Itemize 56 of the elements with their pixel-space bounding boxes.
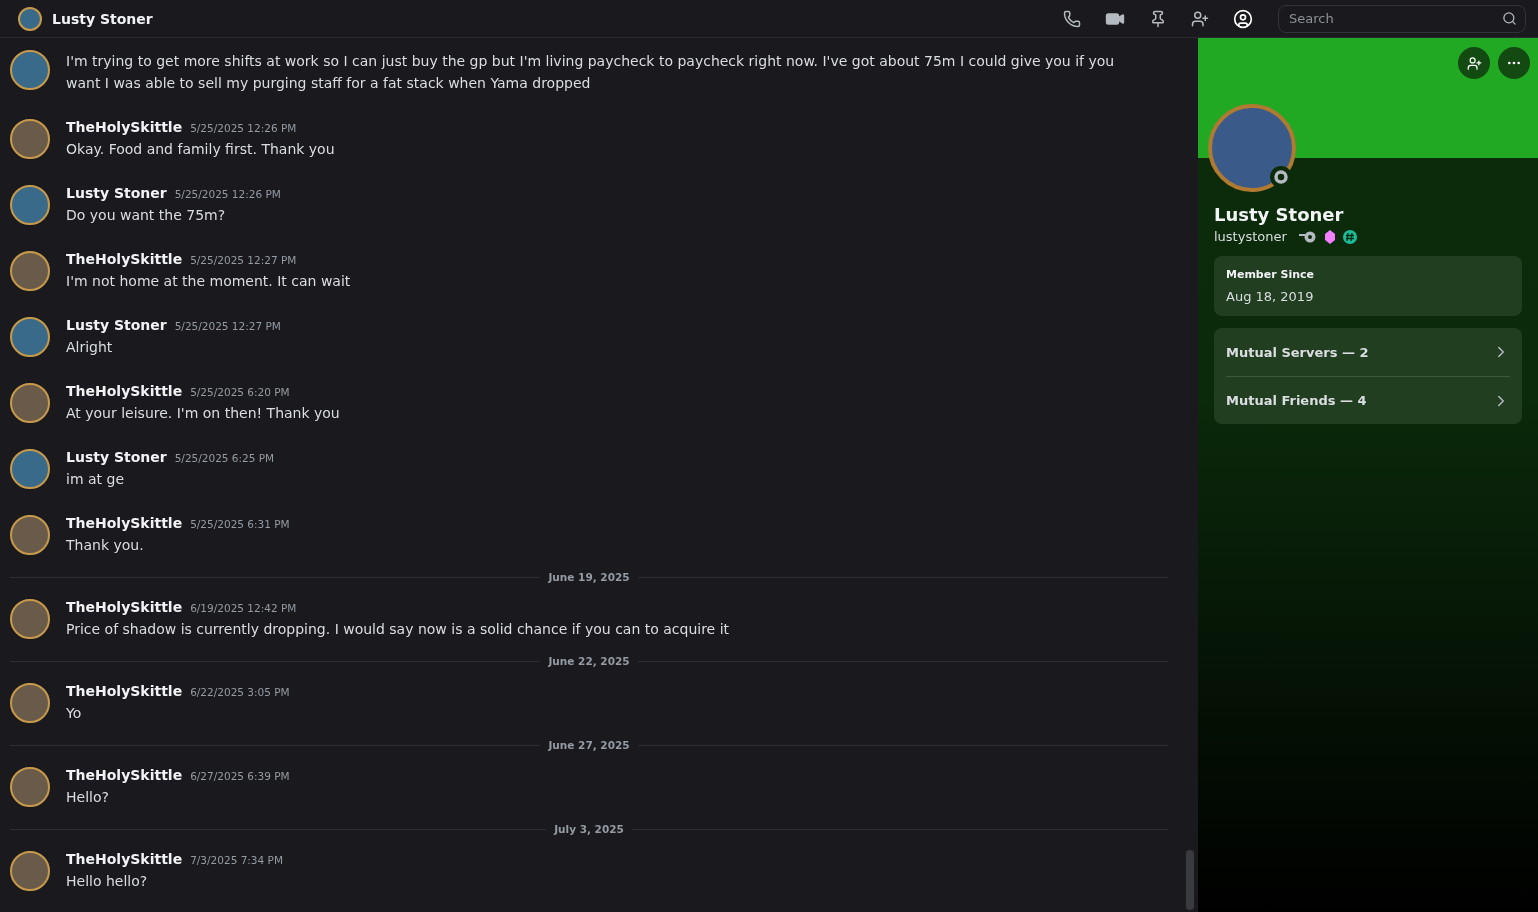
avatar — [18, 6, 42, 31]
timestamp: 5/25/2025 6:31 PM — [190, 518, 290, 530]
timestamp: 5/25/2025 12:26 PM — [190, 122, 297, 134]
message-text: Hello? — [66, 788, 110, 807]
message-text: I'm not home at the moment. It can wait — [66, 272, 351, 291]
timestamp: 5/25/2025 6:20 PM — [190, 386, 290, 398]
scrollbar-thumb[interactable] — [1186, 850, 1194, 910]
date-divider: July 3, 2025 — [554, 823, 624, 835]
add-friend-button[interactable] — [1458, 47, 1490, 79]
author-name[interactable]: TheHolySkittle — [66, 515, 183, 531]
badge-icon — [1298, 230, 1317, 243]
date-divider: June 19, 2025 — [548, 571, 630, 583]
timestamp: 6/19/2025 12:42 PM — [190, 602, 297, 614]
search-input[interactable]: Search — [1287, 10, 1502, 27]
member-since-date: Aug 18, 2019 — [1226, 289, 1315, 304]
timestamp: 5/25/2025 12:27 PM — [174, 320, 281, 332]
author-name[interactable]: TheHolySkittle — [66, 767, 183, 783]
channel-title: Lusty Stoner — [52, 10, 154, 27]
message-text: Okay. Food and family first. Thank you — [66, 140, 335, 159]
author-name[interactable]: Lusty Stoner — [66, 317, 167, 333]
author-name[interactable]: Lusty Stoner — [66, 185, 167, 201]
hashtag-badge-icon — [1342, 229, 1357, 244]
message-text: im at ge — [66, 470, 125, 489]
message-text: Hello hello? — [66, 872, 149, 891]
timestamp: 5/25/2025 12:27 PM — [190, 254, 297, 266]
search-icon — [1502, 11, 1517, 26]
member-since-label: Member Since — [1226, 268, 1315, 281]
message-text: Do you want the 75m? — [66, 206, 227, 225]
username: lustystoner — [1214, 229, 1287, 244]
more-button[interactable] — [1498, 47, 1530, 79]
add-friend-icon — [1466, 55, 1482, 71]
mutuals-link[interactable]: Mutual Servers — 2 — [1226, 328, 1510, 376]
timestamp: 6/27/2025 6:39 PM — [190, 770, 290, 782]
author-name[interactable]: TheHolySkittle — [66, 683, 183, 699]
message-text: I'm trying to get more shifts at work so I can just buy the gp but I'm living paycheck to paycheck right now. I've got about 75m I could give you if you want I was able to sell my purging staff for a fat stack when Yama dropped — [66, 52, 1116, 93]
message-text: Alright — [66, 338, 114, 357]
date-divider: June 27, 2025 — [548, 739, 630, 751]
timestamp: 5/25/2025 6:25 PM — [174, 452, 275, 464]
author-name[interactable]: TheHolySkittle — [66, 851, 183, 867]
author-name[interactable]: TheHolySkittle — [66, 119, 183, 135]
display-name: Lusty Stoner — [1214, 204, 1345, 225]
message-text: Price of shadow is currently dropping. I would say now is a solid chance if you can to acquire it — [66, 620, 730, 639]
mutuals-link[interactable]: Mutual Friends — 4 — [1226, 376, 1510, 424]
message-text: Thank you. — [66, 536, 145, 555]
gem-icon — [1324, 229, 1335, 244]
timestamp: 5/25/2025 12:26 PM — [174, 188, 281, 200]
author-name[interactable]: TheHolySkittle — [66, 383, 183, 399]
date-divider: June 22, 2025 — [548, 655, 630, 667]
author-name[interactable]: TheHolySkittle — [66, 599, 183, 615]
timestamp: 6/22/2025 3:05 PM — [190, 686, 290, 698]
author-name[interactable]: TheHolySkittle — [66, 251, 183, 267]
author-name[interactable]: Lusty Stoner — [66, 449, 167, 465]
timestamp: 7/3/2025 7:34 PM — [190, 854, 283, 866]
message-text: Yo — [66, 704, 83, 723]
search-field[interactable]: Search — [1278, 4, 1526, 33]
message-text: At your leisure. I'm on then! Thank you — [66, 404, 340, 423]
